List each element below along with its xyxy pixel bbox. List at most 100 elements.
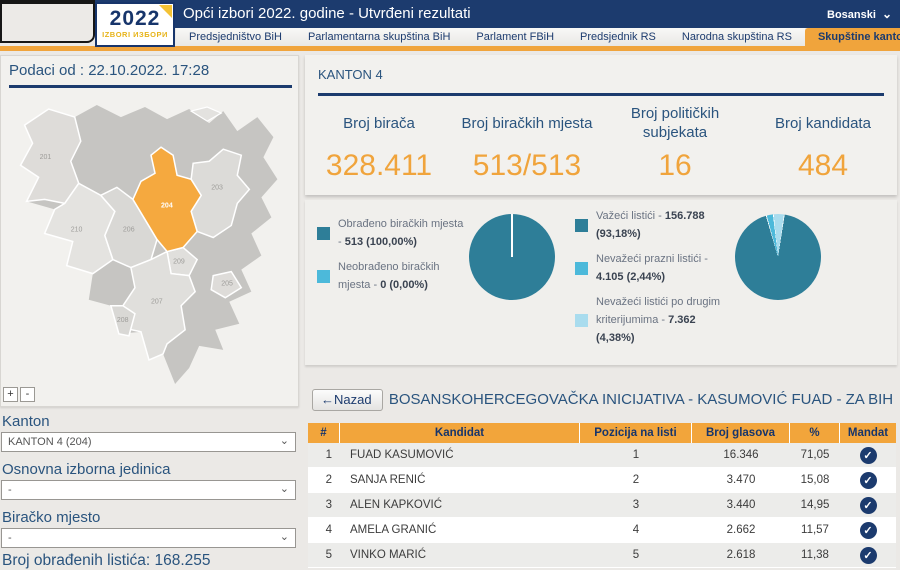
col-header-kandidat: Kandidat [340, 423, 580, 443]
flag-triangle-icon [159, 5, 172, 18]
mandate-check-icon: ✓ [860, 547, 877, 564]
cell-pozicija: 1 [580, 443, 692, 467]
cell-kandidat: AMELA GRANIĆ [340, 518, 580, 542]
col-header-pct: % [790, 423, 840, 443]
cell-mandat: ✓ [840, 518, 896, 542]
stat-label: Broj kandidata [749, 101, 897, 147]
logo-caption: IZBORI ИЗБОРИ [97, 30, 173, 39]
canton-stats-card: KANTON 4 Broj birača 328.411 Broj biračk… [305, 55, 897, 195]
legend-swatch-pale-blue [575, 314, 588, 327]
mandate-check-icon: ✓ [860, 522, 877, 539]
stats-row: Broj birača 328.411 Broj biračkih mjesta… [305, 101, 897, 183]
processed-ballots-count: Broj obrađenih listića: 168.255 [2, 552, 211, 570]
cell-pct: 15,08 [790, 468, 840, 492]
ballots-pie-legend: Važeći listići - 156.788 (93,18%) Nevaže… [575, 208, 727, 355]
kanton-select[interactable]: KANTON 4 (204) [1, 432, 296, 452]
cell-kandidat: SANJA RENIĆ [340, 468, 580, 492]
tab-narodna-skupstina-rs[interactable]: Narodna skupština RS [669, 28, 805, 46]
col-header-mandat: Mandat [840, 423, 896, 443]
legend-item: Nevažeći listići po drugim kriterijumima… [575, 294, 727, 347]
language-selector[interactable]: Bosanski ⌄ [827, 0, 892, 29]
map-label-208: 208 [117, 317, 129, 324]
processing-pie-chart [469, 214, 555, 300]
table-header-row: # Kandidat Pozicija na listi Broj glasov… [308, 423, 896, 443]
cell-mandat: ✓ [840, 543, 896, 567]
cell-num: 1 [308, 443, 340, 467]
cell-kandidat: FUAD KASUMOVIĆ [340, 443, 580, 467]
data-timestamp: Podaci od : 22.10.2022. 17:28 [9, 62, 209, 79]
izborna-jedinica-label: Osnovna izborna jedinica [2, 461, 170, 478]
stat-politickih-subjekata: Broj političkih subjekata 16 [601, 101, 749, 183]
tab-skupstine-kantona-fbih[interactable]: Skupštine kantona u FBiH [805, 28, 900, 46]
chevron-down-icon: ⌄ [882, 7, 892, 21]
stat-birackih-mjesta: Broj biračkih mjesta 513/513 [453, 101, 601, 183]
izborna-jedinica-select[interactable]: - [1, 480, 296, 500]
legend-text: Nevažeći listići po drugim kriterijumima… [596, 294, 727, 347]
legend-swatch-blue [575, 262, 588, 275]
map-label-203: 203 [211, 184, 223, 191]
tab-predsjednik-rs[interactable]: Predsjednik RS [567, 28, 669, 46]
divider [318, 93, 884, 96]
map-panel: Podaci od : 22.10.2022. 17:28 201 203 20… [0, 55, 299, 407]
stat-value: 484 [749, 149, 897, 183]
cell-glasova: 3.440 [692, 493, 790, 517]
table-row: 1 FUAD KASUMOVIĆ 1 16.346 71,05 ✓ [308, 443, 896, 468]
cell-kandidat: VINKO MARIĆ [340, 543, 580, 567]
cell-pct: 71,05 [790, 443, 840, 467]
list-header-row: ←Nazad BOSANSKOHERCEGOVAČKA INICIJATIVA … [305, 388, 897, 414]
map-zoom-out-button[interactable]: - [20, 387, 35, 402]
legend-text: Nevažeći prazni listići - 4.105 (2,44%) [596, 251, 727, 286]
cell-glasova: 2.662 [692, 518, 790, 542]
tab-parlament-fbih[interactable]: Parlament FBiH [463, 28, 567, 46]
stat-value: 513/513 [453, 149, 601, 183]
pie-charts-card: Obrađeno biračkih mjesta - 513 (100,00%)… [305, 200, 897, 365]
map-label-201: 201 [40, 154, 52, 161]
cell-pozicija: 4 [580, 518, 692, 542]
map-label-206: 206 [123, 226, 135, 233]
mandate-check-icon: ✓ [860, 497, 877, 514]
cell-num: 5 [308, 543, 340, 567]
cell-glasova: 3.470 [692, 468, 790, 492]
legend-swatch-teal [575, 219, 588, 232]
pie-slice-divider [511, 214, 513, 257]
mandate-check-icon: ✓ [860, 447, 877, 464]
map-label-205: 205 [221, 281, 233, 288]
map-zoom-in-button[interactable]: + [3, 387, 18, 402]
table-row: 4 AMELA GRANIĆ 4 2.662 11,57 ✓ [308, 518, 896, 543]
cell-kandidat: ALEN KAPKOVIĆ [340, 493, 580, 517]
col-header-num: # [308, 423, 340, 443]
legend-text: Važeći listići - 156.788 (93,18%) [596, 208, 727, 243]
bih-map[interactable]: 201 203 204 205 206 207 208 209 210 [3, 91, 297, 386]
cell-glasova: 16.346 [692, 443, 790, 467]
mandate-check-icon: ✓ [860, 472, 877, 489]
map-label-204: 204 [161, 202, 173, 209]
legend-swatch-blue [317, 270, 330, 283]
map-label-210: 210 [71, 226, 83, 233]
tab-predsjednistvo-bih[interactable]: Predsjedništvo BiH [176, 28, 295, 46]
cell-pozicija: 2 [580, 468, 692, 492]
kanton-select-wrap: KANTON 4 (204) ⌄ [1, 432, 296, 452]
table-row: 3 ALEN KAPKOVIĆ 3 3.440 14,95 ✓ [308, 493, 896, 518]
ballots-pie-chart [735, 214, 821, 300]
processing-pie-legend: Obrađeno biračkih mjesta - 513 (100,00%)… [317, 216, 469, 302]
stat-label: Broj političkih subjekata [601, 101, 749, 147]
cell-pct: 11,38 [790, 543, 840, 567]
cell-mandat: ✓ [840, 493, 896, 517]
cell-num: 3 [308, 493, 340, 517]
left-arrow-icon: ← [321, 392, 334, 407]
back-button[interactable]: ←Nazad [312, 389, 383, 411]
map-label-209: 209 [173, 259, 185, 266]
legend-text: Obrađeno biračkih mjesta - 513 (100,00%) [338, 216, 469, 251]
stat-label: Broj birača [305, 101, 453, 147]
stat-value: 16 [601, 149, 749, 183]
biracko-mjesto-select[interactable]: - [1, 528, 296, 548]
table-row: 2 SANJA RENIĆ 2 3.470 15,08 ✓ [308, 468, 896, 493]
language-label: Bosanski [827, 9, 876, 21]
corner-box [0, 0, 95, 43]
cell-num: 2 [308, 468, 340, 492]
tab-parlamentarna-skupstina-bih[interactable]: Parlamentarna skupština BiH [295, 28, 463, 46]
page-title: Opći izbori 2022. godine - Utvrđeni rezu… [183, 0, 471, 28]
divider [9, 85, 292, 88]
election-logo: 2022 IZBORI ИЗБОРИ [95, 2, 175, 47]
legend-text: Neobrađeno biračkih mjesta - 0 (0,00%) [338, 259, 469, 294]
